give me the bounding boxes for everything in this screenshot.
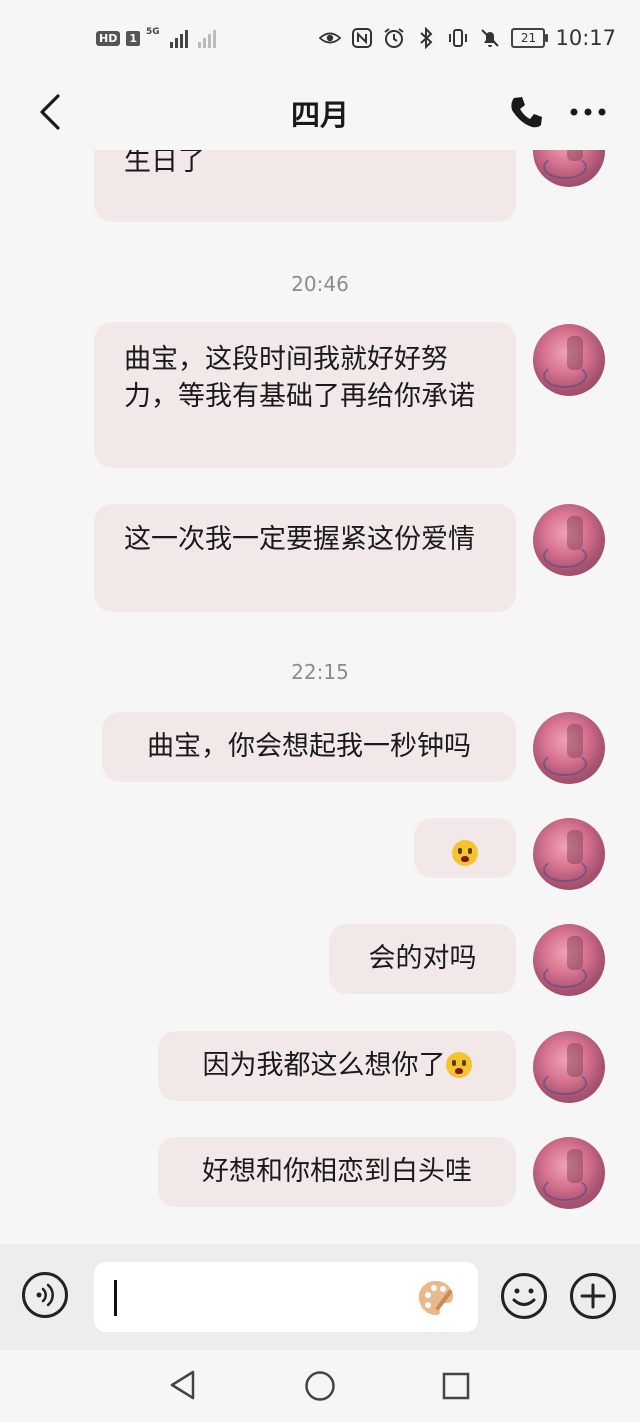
eye-comfort-icon <box>319 27 342 49</box>
status-right: 21 10:17 <box>319 26 616 50</box>
more-dots-icon <box>570 108 606 116</box>
battery-icon: 21 <box>511 28 549 48</box>
triangle-back-icon <box>170 1370 195 1400</box>
signal-secondary-icon <box>197 28 216 48</box>
avatar[interactable] <box>533 1031 605 1103</box>
message-bubble[interactable]: 好想和你相恋到白头哇 <box>158 1137 516 1207</box>
avatar[interactable] <box>533 712 605 784</box>
circle-home-icon <box>305 1371 335 1401</box>
chat-header: 四月 <box>0 80 640 144</box>
avatar[interactable] <box>533 1137 605 1209</box>
text-caret <box>114 1280 117 1316</box>
status-time: 10:17 <box>555 26 616 50</box>
system-nav-bar <box>0 1350 640 1422</box>
avatar[interactable] <box>533 504 605 576</box>
message-bubble[interactable] <box>414 818 516 878</box>
palette-button[interactable] <box>416 1278 456 1318</box>
message-bubble[interactable]: 曲宝 还有3个月零六天就是你生日了 <box>94 150 516 222</box>
nav-home-button[interactable] <box>304 1370 336 1402</box>
message-text: 因为我都这么想你了 <box>202 1050 446 1081</box>
message-bubble[interactable]: 曲宝，这段时间我就好好努力，等我有基础了再给你承诺 <box>94 322 516 468</box>
emoji-smile-icon <box>501 1273 547 1319</box>
crying-face-emoji <box>445 1052 472 1078</box>
call-button[interactable] <box>504 90 548 134</box>
network-type: 5G <box>146 27 160 37</box>
phone-call-icon <box>511 95 542 128</box>
hd-badge: HD <box>96 30 121 46</box>
chat-screen: HD 1 5G 21 10:17 四月 生日了 20:46 曲宝，这段时间我就好… <box>0 0 640 1422</box>
message-bubble[interactable]: 这一次我一定要握紧这份爱情 <box>94 504 516 612</box>
nfc-icon <box>351 27 373 49</box>
message-bubble[interactable]: 会的对吗 <box>329 924 516 994</box>
message-input[interactable] <box>94 1262 478 1332</box>
message-text: 曲宝 还有3个月零六天就是你生日了 <box>124 150 205 177</box>
input-bar <box>0 1244 640 1350</box>
message-text: 曲宝，你会想起我一秒钟吗 <box>147 731 471 762</box>
more-button[interactable] <box>566 90 610 134</box>
avatar[interactable] <box>533 818 605 890</box>
nav-recents-button[interactable] <box>440 1370 472 1402</box>
message-timestamp: 22:15 <box>291 660 349 684</box>
mute-bell-icon <box>479 27 501 49</box>
status-left: HD 1 5G <box>96 27 216 48</box>
plus-button[interactable] <box>569 1272 617 1320</box>
alarm-icon <box>383 27 405 49</box>
message-list[interactable]: 曲宝 还有3个月零六天就是你生日了 20:46 曲宝，这段时间我就好好努力，等我… <box>0 150 640 1242</box>
message-text: 曲宝，这段时间我就好好努力，等我有基础了再给你承诺 <box>124 344 475 412</box>
sim-badge: 1 <box>126 30 140 46</box>
avatar[interactable] <box>533 324 605 396</box>
message-text: 这一次我一定要握紧这份爱情 <box>124 524 475 555</box>
bluetooth-icon <box>415 27 437 49</box>
signal-strength-icon <box>169 28 188 48</box>
status-bar: HD 1 5G 21 10:17 <box>0 0 640 80</box>
message-text: 好想和你相恋到白头哇 <box>202 1156 472 1187</box>
voice-icon <box>36 1283 54 1307</box>
plus-icon <box>570 1273 616 1319</box>
avatar[interactable] <box>533 150 605 187</box>
message-text: 会的对吗 <box>368 943 477 974</box>
message-bubble[interactable]: 因为我都这么想你了 <box>158 1031 516 1101</box>
message-timestamp: 20:46 <box>291 272 349 296</box>
crying-face-emoji <box>452 840 478 866</box>
message-bubble[interactable]: 曲宝，你会想起我一秒钟吗 <box>102 712 516 782</box>
voice-button[interactable] <box>22 1272 68 1318</box>
avatar[interactable] <box>533 924 605 996</box>
square-recents-icon <box>442 1372 470 1400</box>
palette-icon <box>418 1281 454 1315</box>
emoji-button[interactable] <box>500 1272 548 1320</box>
vibrate-icon <box>447 27 469 49</box>
nav-back-button[interactable] <box>166 1368 200 1402</box>
